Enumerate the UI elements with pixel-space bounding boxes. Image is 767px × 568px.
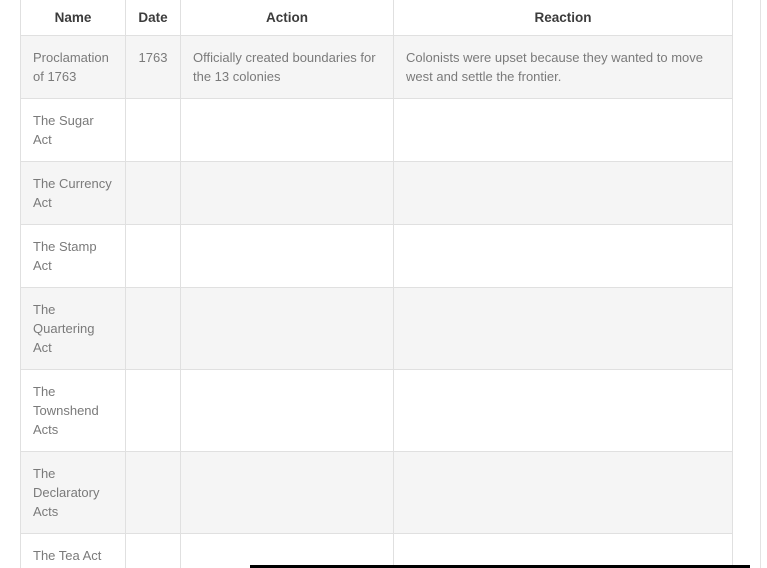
horizontal-scrollbar[interactable] [0,564,767,568]
cell-action[interactable]: Officially created boundaries for the 13… [180,35,394,99]
table-scroll-viewport[interactable]: Name Date Action Reaction Proclamation o… [20,0,733,568]
cell-text: The Quartering Act [33,302,95,355]
cell-text: 1763 [138,50,168,65]
cell-text: The Sugar Act [33,113,94,147]
cell-name[interactable]: The Tea Act [20,533,126,568]
cell-date[interactable] [125,161,181,225]
cell-name[interactable]: Proclamation of 1763 [20,35,126,99]
cell-date[interactable] [125,224,181,288]
page-root: Name Date Action Reaction Proclamation o… [0,0,767,568]
cell-text: Proclamation of 1763 [33,50,109,84]
cell-action[interactable] [180,161,394,225]
cell-action[interactable] [180,287,394,370]
cell-text: The Townshend Acts [33,384,99,437]
cell-reaction[interactable] [393,451,733,534]
cell-date[interactable] [125,98,181,162]
cell-date[interactable]: 1763 [125,35,181,99]
column-header-date[interactable]: Date [125,0,181,36]
cell-name[interactable]: The Currency Act [20,161,126,225]
cell-action[interactable] [180,533,394,568]
cell-text: The Currency Act [33,176,112,210]
cell-name[interactable]: The Quartering Act [20,287,126,370]
cell-reaction[interactable] [393,224,733,288]
table-header-row: Name Date Action Reaction [20,0,733,36]
table-row: The Stamp Act [20,224,733,288]
cell-action[interactable] [180,98,394,162]
cell-reaction[interactable] [393,369,733,452]
cell-action[interactable] [180,451,394,534]
table-row: The Quartering Act [20,287,733,370]
table-row: The Sugar Act [20,98,733,162]
table-row: Proclamation of 1763 1763 Officially creat… [20,35,733,99]
cell-date[interactable] [125,533,181,568]
cell-text: The Tea Act [33,548,102,563]
column-header-name[interactable]: Name [20,0,126,36]
cell-text: Colonists were upset because they wanted… [406,50,704,84]
cell-date[interactable] [125,451,181,534]
table-header: Name Date Action Reaction [20,0,733,36]
cell-text: Officially created boundaries for the 13… [193,50,376,84]
cell-reaction[interactable]: Colonists were upset because they wanted… [393,35,733,99]
cell-reaction[interactable] [393,98,733,162]
cell-action[interactable] [180,224,394,288]
cell-date[interactable] [125,287,181,370]
cell-name[interactable]: The Declaratory Acts [20,451,126,534]
cell-action[interactable] [180,369,394,452]
cell-name[interactable]: The Stamp Act [20,224,126,288]
page-right-rule [760,0,761,568]
acts-table: Name Date Action Reaction Proclamation o… [20,0,733,568]
table-body: Proclamation of 1763 1763 Officially creat… [20,35,733,568]
table-row: The Townshend Acts [20,369,733,452]
table-row: The Declaratory Acts [20,451,733,534]
cell-date[interactable] [125,369,181,452]
column-header-reaction[interactable]: Reaction [393,0,733,36]
cell-name[interactable]: The Sugar Act [20,98,126,162]
cell-name[interactable]: The Townshend Acts [20,369,126,452]
cell-text: The Stamp Act [33,239,97,273]
cell-text: The Declaratory Acts [33,466,100,519]
cell-reaction[interactable] [393,533,733,568]
table-row: The Currency Act [20,161,733,225]
table-row: The Tea Act [20,533,733,568]
cell-reaction[interactable] [393,161,733,225]
column-header-action[interactable]: Action [180,0,394,36]
cell-reaction[interactable] [393,287,733,370]
